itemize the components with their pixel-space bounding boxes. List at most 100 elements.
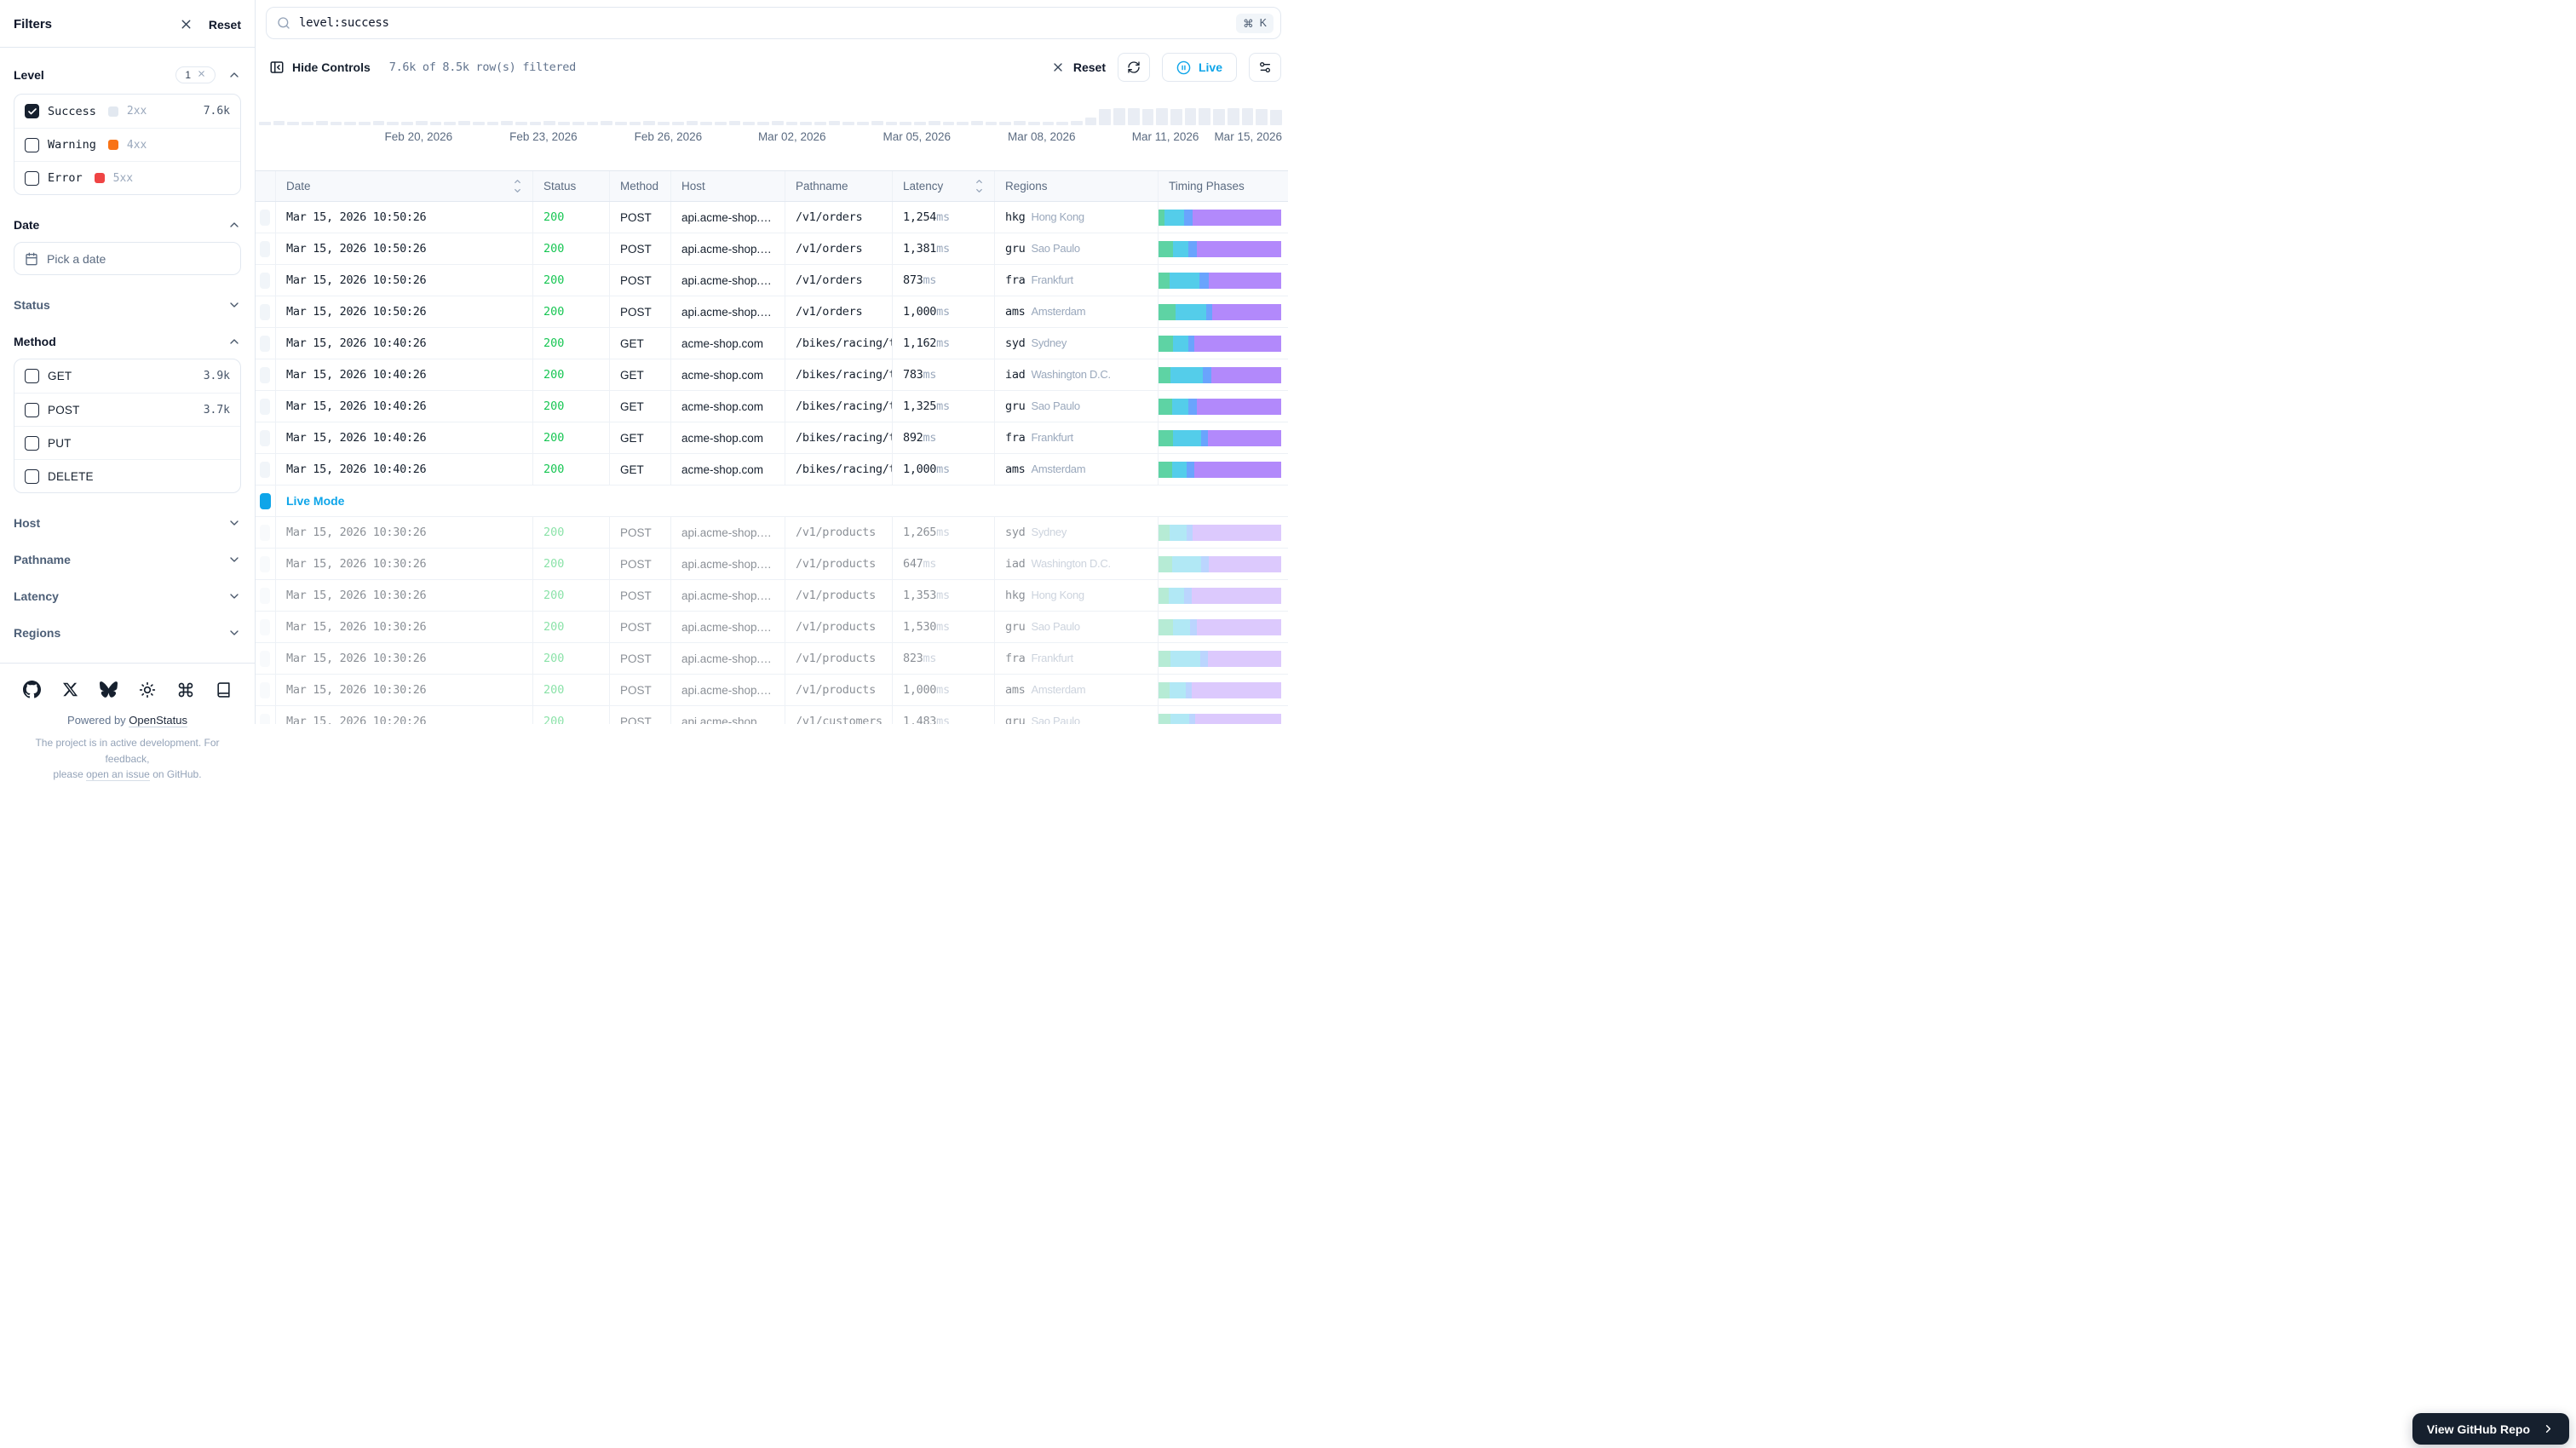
live-button[interactable]: Live [1162,53,1237,82]
column-header-regions[interactable]: Regions [995,171,1159,201]
search-input[interactable] [299,16,1228,30]
view-settings-button[interactable] [1249,53,1281,82]
row-select-cell[interactable] [256,422,276,453]
level-option-error[interactable]: Error5xx [14,161,240,194]
checkbox[interactable] [25,104,39,118]
checkbox[interactable] [25,403,39,417]
section-header-date[interactable]: Date [14,218,241,232]
row-select-cell[interactable] [256,328,276,359]
section-header-level[interactable]: Level1 [14,66,241,83]
column-header-pathname[interactable]: Pathname [785,171,893,201]
chevron-up-icon[interactable] [227,68,241,82]
column-header-latency[interactable]: Latency [893,171,995,201]
close-filters-icon[interactable] [179,17,193,32]
table-row[interactable]: Mar 15, 2026 10:40:26200GETacme-shop.com… [256,359,1288,391]
table-row[interactable]: Mar 15, 2026 10:30:26200POSTapi.acme-sho… [256,643,1288,675]
table-row[interactable]: Mar 15, 2026 10:20:26200POSTapi.acme-sho… [256,706,1288,724]
sort-icon[interactable] [975,179,984,193]
row-checkbox[interactable] [260,399,270,415]
row-select-cell[interactable] [256,643,276,674]
column-header-timing[interactable]: Timing Phases [1159,171,1288,201]
table-row[interactable]: Mar 15, 2026 10:30:26200POSTapi.acme-sho… [256,580,1288,612]
table-row[interactable]: Mar 15, 2026 10:50:26200POSTapi.acme-sho… [256,233,1288,265]
open-issue-link[interactable]: open an issue [86,768,150,781]
table-row[interactable]: Mar 15, 2026 10:40:26200GETacme-shop.com… [256,422,1288,454]
method-option-put[interactable]: PUT [14,426,240,459]
filters-reset-button[interactable]: Reset [209,18,241,32]
github-icon[interactable] [23,681,41,698]
command-icon[interactable] [177,681,194,698]
bluesky-icon[interactable] [100,681,118,698]
section-header-method[interactable]: Method [14,335,241,348]
row-checkbox[interactable] [260,430,270,446]
row-select-cell[interactable] [256,391,276,422]
section-header-regions[interactable]: Regions [14,626,241,640]
row-select-cell[interactable] [256,580,276,611]
row-checkbox[interactable] [260,714,270,725]
row-select-cell[interactable] [256,265,276,296]
row-checkbox[interactable] [260,619,270,635]
level-option-warning[interactable]: Warning4xx [14,128,240,161]
column-header-date[interactable]: Date [276,171,533,201]
method-option-post[interactable]: POST3.7k [14,393,240,426]
chevron-up-icon[interactable] [227,335,241,348]
row-select-cell[interactable] [256,454,276,485]
method-option-get[interactable]: GET3.9k [14,359,240,393]
checkbox[interactable] [25,138,39,152]
date-picker-input[interactable]: Pick a date [14,242,241,275]
row-checkbox[interactable] [260,651,270,667]
row-select-cell[interactable] [256,612,276,642]
method-option-delete[interactable]: DELETE [14,459,240,492]
table-reset-button[interactable]: Reset [1051,60,1106,74]
table-row[interactable]: Mar 15, 2026 10:30:26200POSTapi.acme-sho… [256,675,1288,706]
table-row[interactable]: Mar 15, 2026 10:40:26200GETacme-shop.com… [256,454,1288,486]
row-checkbox[interactable] [260,556,270,572]
level-filter-badge[interactable]: 1 [175,66,216,83]
section-header-latency[interactable]: Latency [14,589,241,603]
row-select-cell[interactable] [256,202,276,233]
row-select-cell[interactable] [256,549,276,579]
row-checkbox[interactable] [260,273,270,289]
row-checkbox[interactable] [260,462,270,478]
chevron-down-icon[interactable] [227,626,241,640]
timeline-bars[interactable] [259,107,1282,125]
row-select-cell[interactable] [256,675,276,705]
sun-icon[interactable] [139,681,156,698]
chevron-down-icon[interactable] [227,553,241,566]
checkbox[interactable] [25,469,39,484]
row-checkbox[interactable] [260,682,270,698]
checkbox[interactable] [25,436,39,451]
level-option-success[interactable]: Success2xx7.6k [14,95,240,128]
table-row[interactable]: Mar 15, 2026 10:50:26200POSTapi.acme-sho… [256,265,1288,296]
row-checkbox[interactable] [260,588,270,604]
book-icon[interactable] [216,681,232,698]
row-checkbox[interactable] [260,367,270,383]
checkbox[interactable] [25,171,39,186]
row-select-cell[interactable] [256,517,276,548]
column-header-method[interactable]: Method [610,171,671,201]
section-header-host[interactable]: Host [14,516,241,530]
row-checkbox[interactable] [260,525,270,541]
clear-badge-icon[interactable] [197,69,206,81]
chevron-down-icon[interactable] [227,589,241,603]
column-header-status[interactable]: Status [533,171,610,201]
table-row[interactable]: Mar 15, 2026 10:30:26200POSTapi.acme-sho… [256,517,1288,549]
table-row[interactable]: Mar 15, 2026 10:30:26200POSTapi.acme-sho… [256,612,1288,643]
openstatus-link[interactable]: OpenStatus [129,714,187,727]
section-header-pathname[interactable]: Pathname [14,553,241,566]
row-select-cell[interactable] [256,706,276,724]
live-mode-row[interactable]: Live Mode [256,486,1288,517]
row-select-cell[interactable] [256,359,276,390]
table-row[interactable]: Mar 15, 2026 10:40:26200GETacme-shop.com… [256,328,1288,359]
chevron-up-icon[interactable] [227,218,241,232]
search-box[interactable]: ⌘K [266,7,1281,39]
column-header-host[interactable]: Host [671,171,785,201]
table-row[interactable]: Mar 15, 2026 10:50:26200POSTapi.acme-sho… [256,202,1288,233]
x-icon[interactable] [62,681,78,698]
sort-icon[interactable] [513,179,522,193]
table-row[interactable]: Mar 15, 2026 10:50:26200POSTapi.acme-sho… [256,296,1288,328]
chevron-down-icon[interactable] [227,516,241,530]
checkbox[interactable] [25,369,39,383]
row-select-cell[interactable] [256,296,276,327]
row-checkbox[interactable] [260,241,270,257]
